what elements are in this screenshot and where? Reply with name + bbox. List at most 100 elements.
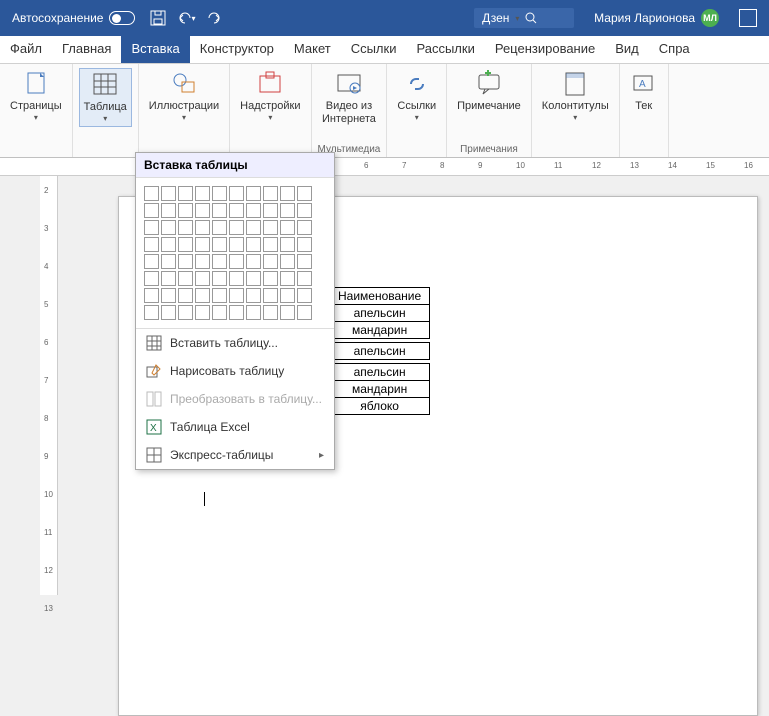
tab-help[interactable]: Спра (649, 36, 700, 63)
video-button[interactable]: Видео из Интернета (318, 68, 380, 128)
grid-cell[interactable] (280, 305, 295, 320)
grid-cell[interactable] (178, 237, 193, 252)
grid-cell[interactable] (229, 237, 244, 252)
grid-cell[interactable] (263, 186, 278, 201)
text-button[interactable]: A Тек (626, 68, 662, 115)
tab-references[interactable]: Ссылки (341, 36, 407, 63)
grid-cell[interactable] (229, 186, 244, 201)
draw-table-item[interactable]: Нарисовать таблицу (136, 357, 334, 385)
grid-cell[interactable] (195, 288, 210, 303)
grid-cell[interactable] (161, 186, 176, 201)
grid-cell[interactable] (144, 220, 159, 235)
links-button[interactable]: Ссылки▾ (393, 68, 440, 125)
tab-view[interactable]: Вид (605, 36, 649, 63)
illustrations-button[interactable]: Иллюстрации▾ (145, 68, 223, 125)
redo-icon[interactable] (205, 9, 223, 27)
grid-cell[interactable] (246, 186, 261, 201)
grid-cell[interactable] (178, 220, 193, 235)
grid-cell[interactable] (212, 237, 227, 252)
grid-cell[interactable] (246, 305, 261, 320)
grid-cell[interactable] (212, 271, 227, 286)
grid-cell[interactable] (212, 220, 227, 235)
grid-cell[interactable] (263, 220, 278, 235)
grid-cell[interactable] (246, 220, 261, 235)
comment-button[interactable]: Примечание (453, 68, 525, 115)
ribbon-mode-icon[interactable] (739, 9, 757, 27)
grid-cell[interactable] (212, 305, 227, 320)
grid-cell[interactable] (212, 203, 227, 218)
grid-cell[interactable] (297, 220, 312, 235)
grid-cell[interactable] (280, 220, 295, 235)
grid-cell[interactable] (161, 271, 176, 286)
table-cell[interactable]: Наименование (330, 288, 430, 305)
tab-file[interactable]: Файл (0, 36, 52, 63)
grid-cell[interactable] (178, 305, 193, 320)
grid-cell[interactable] (280, 186, 295, 201)
addins-button[interactable]: Надстройки▾ (236, 68, 304, 125)
grid-cell[interactable] (297, 288, 312, 303)
grid-cell[interactable] (178, 254, 193, 269)
grid-cell[interactable] (229, 203, 244, 218)
grid-cell[interactable] (178, 288, 193, 303)
tab-mailings[interactable]: Рассылки (406, 36, 484, 63)
grid-cell[interactable] (229, 271, 244, 286)
grid-cell[interactable] (212, 186, 227, 201)
grid-cell[interactable] (144, 203, 159, 218)
tab-review[interactable]: Рецензирование (485, 36, 605, 63)
grid-cell[interactable] (263, 254, 278, 269)
vertical-ruler[interactable]: 2345678910111213 (40, 176, 58, 595)
save-icon[interactable] (149, 9, 167, 27)
grid-cell[interactable] (161, 237, 176, 252)
toggle-switch-icon[interactable] (109, 11, 135, 25)
grid-cell[interactable] (280, 203, 295, 218)
undo-icon[interactable]: ▾ (177, 9, 195, 27)
grid-cell[interactable] (178, 203, 193, 218)
grid-cell[interactable] (246, 271, 261, 286)
grid-cell[interactable] (229, 254, 244, 269)
grid-cell[interactable] (229, 288, 244, 303)
grid-cell[interactable] (178, 271, 193, 286)
grid-cell[interactable] (229, 305, 244, 320)
table-size-grid[interactable] (136, 178, 334, 328)
grid-cell[interactable] (161, 305, 176, 320)
grid-cell[interactable] (144, 186, 159, 201)
headers-button[interactable]: Колонтитулы▾ (538, 68, 613, 125)
grid-cell[interactable] (144, 305, 159, 320)
grid-cell[interactable] (297, 186, 312, 201)
grid-cell[interactable] (195, 186, 210, 201)
tab-design[interactable]: Конструктор (190, 36, 284, 63)
table-cell[interactable]: апельсин (330, 343, 430, 360)
search-box[interactable]: Дзен ▾ (474, 8, 574, 28)
document-table[interactable]: Наименование апельсин мандарин апельсин … (329, 287, 430, 415)
tab-insert[interactable]: Вставка (121, 36, 189, 63)
user-account[interactable]: Мария Ларионова МЛ (594, 9, 719, 27)
grid-cell[interactable] (246, 288, 261, 303)
grid-cell[interactable] (280, 237, 295, 252)
grid-cell[interactable] (195, 220, 210, 235)
grid-cell[interactable] (144, 254, 159, 269)
grid-cell[interactable] (144, 288, 159, 303)
quick-tables-item[interactable]: Экспресс-таблицы ▸ (136, 441, 334, 469)
grid-cell[interactable] (178, 186, 193, 201)
grid-cell[interactable] (246, 237, 261, 252)
grid-cell[interactable] (263, 237, 278, 252)
grid-cell[interactable] (212, 288, 227, 303)
horizontal-ruler[interactable]: 345678910111213141516 (0, 158, 769, 176)
grid-cell[interactable] (246, 254, 261, 269)
grid-cell[interactable] (195, 305, 210, 320)
grid-cell[interactable] (229, 220, 244, 235)
insert-table-item[interactable]: Вставить таблицу... (136, 329, 334, 357)
grid-cell[interactable] (297, 254, 312, 269)
grid-cell[interactable] (195, 237, 210, 252)
grid-cell[interactable] (195, 271, 210, 286)
grid-cell[interactable] (195, 203, 210, 218)
autosave-toggle[interactable]: Автосохранение (12, 11, 135, 25)
grid-cell[interactable] (263, 305, 278, 320)
table-cell[interactable]: яблоко (330, 398, 430, 415)
excel-table-item[interactable]: X Таблица Excel (136, 413, 334, 441)
grid-cell[interactable] (263, 271, 278, 286)
grid-cell[interactable] (280, 271, 295, 286)
grid-cell[interactable] (161, 220, 176, 235)
grid-cell[interactable] (297, 305, 312, 320)
table-cell[interactable]: мандарин (330, 381, 430, 398)
